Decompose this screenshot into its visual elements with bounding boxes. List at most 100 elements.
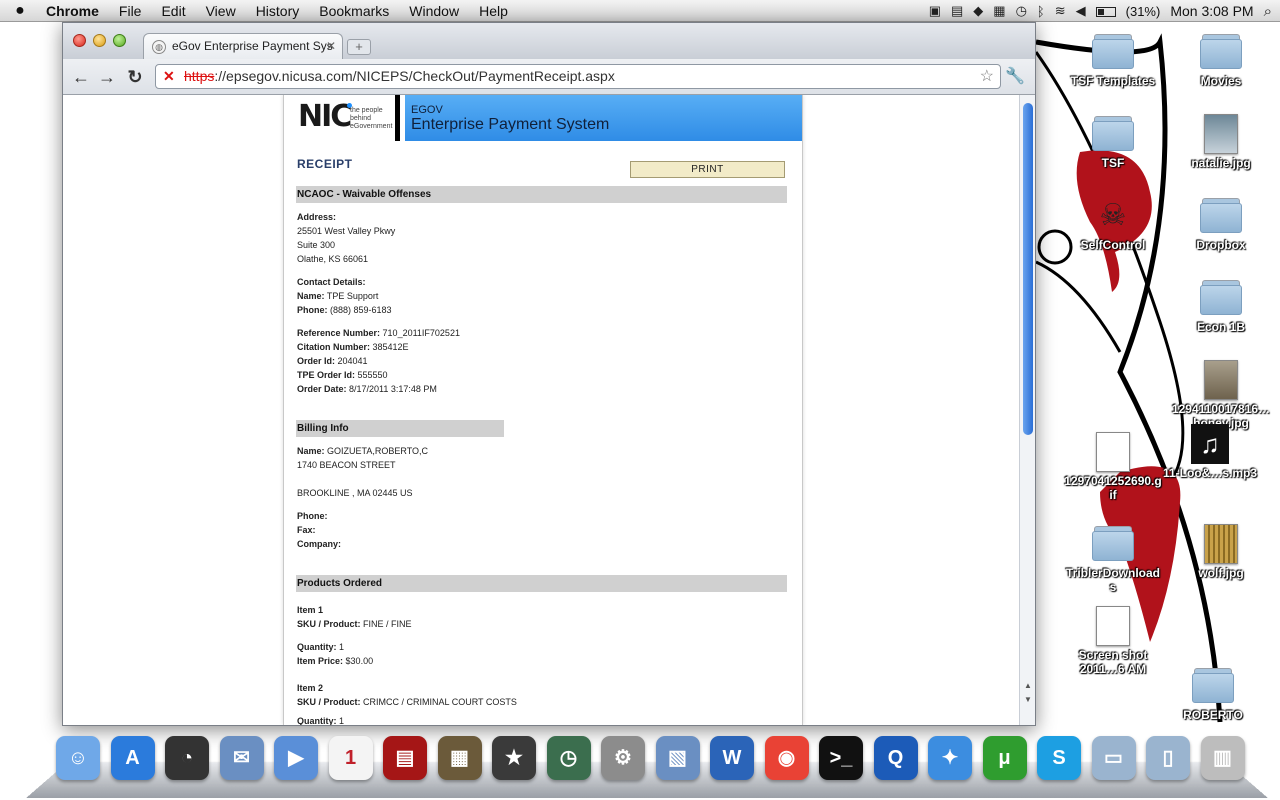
selfcontrol-skull-icon: ☠ [1099, 199, 1127, 232]
desktop-folder-tribler[interactable]: TriblerDownloads [1063, 524, 1163, 594]
folder-icon [1090, 524, 1136, 564]
billing-phone: Phone: [297, 511, 328, 521]
nic-logo[interactable]: NIC the people behind eGovernment [284, 95, 400, 141]
desktop-file-gif[interactable]: 1297041252690.gif [1063, 432, 1163, 502]
evernote-icon[interactable]: ◆ [973, 3, 983, 19]
desktop-file-wolf[interactable]: wolf.jpg [1171, 524, 1271, 580]
desktop-file-mp3[interactable]: ♫ 11-Loo&…s.mp3 [1160, 424, 1260, 480]
window-zoom-button[interactable] [113, 34, 126, 47]
item-1-sku: SKU / Product: FINE / FINE [297, 619, 412, 629]
desktop-folder-econ[interactable]: Econ 1B [1171, 278, 1271, 334]
menu-view[interactable]: View [196, 0, 246, 22]
item-2-quantity: Quantity: 1 [297, 716, 345, 725]
logo-tagline: the people behind eGovernment [350, 107, 393, 130]
status-app-icon-2[interactable]: ▤ [951, 3, 963, 19]
banner-title: Enterprise Payment System [411, 116, 610, 133]
menu-bookmarks[interactable]: Bookmarks [309, 0, 399, 22]
vertical-scrollbar[interactable]: ▲ ▼ [1019, 95, 1035, 725]
dock-quicktime-icon[interactable]: Q [873, 736, 918, 780]
dock-trash-icon[interactable]: ▥ [1200, 736, 1245, 780]
billing-city: BROOKLINE , MA 02445 US [297, 488, 413, 498]
wrench-menu-icon[interactable]: 🔧 [1003, 65, 1027, 89]
desktop-file-screenshot[interactable]: Screen shot 2011…6 AM [1063, 606, 1163, 676]
dock-safari-icon[interactable]: ✦ [928, 736, 972, 780]
menu-help[interactable]: Help [469, 0, 518, 22]
print-button[interactable]: PRINT [630, 161, 785, 178]
item-1-quantity: Quantity: 1 [297, 642, 345, 652]
dock-applications-icon[interactable]: ▭ [1091, 736, 1136, 780]
menu-bar: ● Chrome File Edit View History Bookmark… [0, 0, 1280, 22]
folder-icon [1090, 32, 1136, 72]
order-id: Order Id: 204041 [297, 356, 368, 366]
back-button[interactable]: ← [69, 65, 93, 89]
desktop-folder-movies[interactable]: Movies [1171, 32, 1271, 88]
dock-facetime-icon[interactable]: ▶ [274, 736, 318, 780]
status-app-icon[interactable]: ▣ [929, 3, 941, 19]
screenshot-file-icon [1096, 606, 1130, 646]
dock-app-store-icon[interactable]: A [110, 736, 155, 780]
desktop-file-honey[interactable]: 1294110017816…honey.jpg [1171, 360, 1271, 430]
scroll-down-arrow-icon[interactable]: ▼ [1020, 693, 1035, 707]
menu-window[interactable]: Window [399, 0, 469, 22]
browser-toolbar: ← → ↻ ✕ https://epsegov.nicusa.com/NICEP… [63, 59, 1035, 95]
window-minimize-button[interactable] [93, 34, 106, 47]
dock-documents-icon[interactable]: ▯ [1146, 736, 1190, 780]
menu-file[interactable]: File [109, 0, 152, 22]
folder-icon [1198, 32, 1244, 72]
menu-edit[interactable]: Edit [151, 0, 195, 22]
dock-photo-booth-icon[interactable]: ▤ [383, 736, 427, 780]
ssl-error-icon[interactable]: ✕ [163, 65, 175, 88]
dock-terminal-icon[interactable]: >_ [819, 736, 863, 780]
tab-egov-payment[interactable]: ◍ eGov Enterprise Payment Sys ✕ [143, 33, 343, 59]
tab-close-icon[interactable]: ✕ [326, 39, 336, 53]
scrollbar-thumb[interactable] [1023, 103, 1033, 435]
dock-system-preferences-icon[interactable]: ⚙ [601, 736, 645, 780]
reload-button[interactable]: ↻ [123, 65, 147, 89]
battery-icon[interactable] [1095, 4, 1116, 19]
desktop-app-selfcontrol[interactable]: ☠ SelfControl [1063, 196, 1163, 252]
dock-chrome-icon[interactable]: ◉ [764, 736, 809, 780]
music-note-icon: ♫ [1191, 424, 1229, 464]
address-bar[interactable]: ✕ https://epsegov.nicusa.com/NICEPS/Chec… [155, 64, 1001, 89]
dock-finder-icon[interactable]: ☺ [56, 736, 100, 780]
apple-menu-icon[interactable]: ● [0, 2, 40, 20]
bluetooth-icon[interactable]: ᛒ [1037, 4, 1045, 19]
menu-app-chrome[interactable]: Chrome [40, 0, 109, 22]
dock-utorrent-icon[interactable]: μ [982, 736, 1027, 780]
bookmark-star-icon[interactable]: ☆ [980, 65, 994, 88]
status-app-icon-3[interactable]: ▦ [993, 3, 1005, 19]
dock-preview-icon[interactable]: ▧ [655, 736, 700, 780]
time-machine-icon[interactable]: ◷ [1016, 3, 1027, 19]
egov-banner: EGOV Enterprise Payment System [405, 95, 802, 141]
menu-history[interactable]: History [246, 0, 310, 22]
address-label: Address: [297, 212, 337, 222]
new-tab-button[interactable]: + [347, 39, 371, 55]
clock[interactable]: Mon 3:08 PM [1170, 3, 1253, 19]
dock-dashboard-icon[interactable]: ◔ [165, 736, 209, 780]
contact-name: Name: TPE Support [297, 291, 379, 301]
dock-mail-icon[interactable]: ✉ [219, 736, 264, 780]
desktop-folder-tsf[interactable]: TSF [1063, 114, 1163, 170]
dock-word-icon[interactable]: W [710, 736, 754, 780]
dock-iphoto-icon[interactable]: ▦ [437, 736, 482, 780]
desktop-file-natalie[interactable]: natalie.jpg [1171, 114, 1271, 170]
title-bar: ◍ eGov Enterprise Payment Sys ✕ + [63, 23, 1035, 59]
scroll-up-arrow-icon[interactable]: ▲ [1020, 679, 1035, 693]
desktop-folder-tsf-templates[interactable]: TSF Templates [1063, 32, 1163, 88]
wifi-icon[interactable]: ≋ [1055, 3, 1066, 19]
page-header: NIC the people behind eGovernment EGOV E… [284, 95, 802, 141]
window-close-button[interactable] [73, 34, 86, 47]
forward-button[interactable]: → [95, 65, 119, 89]
desktop-folder-roberto[interactable]: ROBERTO [1163, 666, 1263, 722]
desktop-folder-dropbox[interactable]: Dropbox [1171, 196, 1271, 252]
order-date: Order Date: 8/17/2011 3:17:48 PM [297, 384, 437, 394]
globe-icon: ◍ [152, 40, 166, 54]
contact-label: Contact Details: [297, 277, 366, 287]
dock-time-machine-icon[interactable]: ◷ [546, 736, 591, 780]
url-scheme: https [184, 68, 215, 84]
dock-imovie-icon[interactable]: ★ [492, 736, 536, 780]
dock-ical-icon[interactable]: 1 [328, 736, 373, 780]
volume-icon[interactable]: ◀ [1076, 3, 1086, 19]
spotlight-search-icon[interactable]: ⌕ [1264, 3, 1272, 20]
dock-skype-icon[interactable]: S [1037, 736, 1081, 780]
